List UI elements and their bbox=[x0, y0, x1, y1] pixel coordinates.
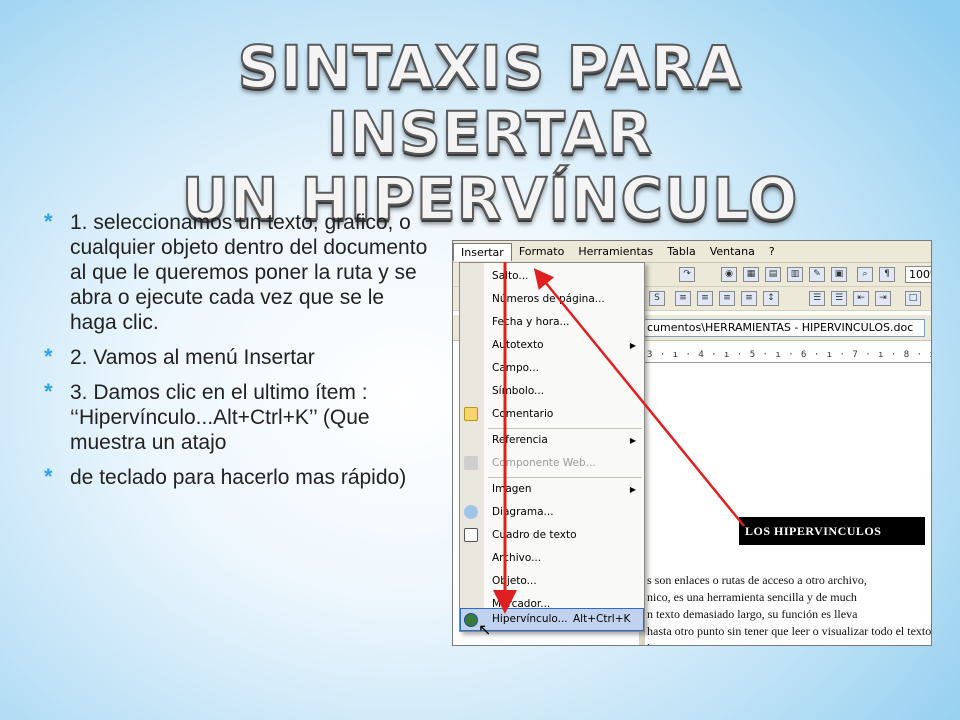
mouse-cursor-icon: ↖ bbox=[478, 622, 492, 639]
red-annotation-arrows bbox=[493, 262, 745, 614]
arrow-to-insertar-menu bbox=[533, 268, 745, 527]
